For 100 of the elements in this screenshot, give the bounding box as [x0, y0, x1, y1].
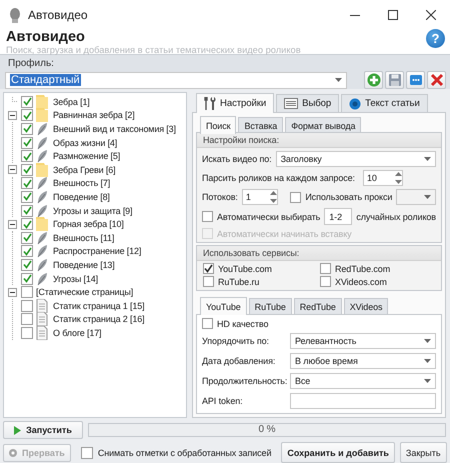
checkbox[interactable] — [21, 313, 33, 326]
field-label: Искать видео по: — [202, 154, 272, 164]
checkbox[interactable] — [21, 136, 33, 149]
option-select[interactable]: В любое время — [290, 353, 436, 369]
checkbox-label: HD качество — [217, 318, 268, 328]
tree-item-label[interactable]: Образ жизни [4] — [53, 138, 118, 148]
profile-select[interactable]: Стандартный — [5, 72, 347, 88]
checkbox[interactable] — [21, 109, 33, 122]
checkbox[interactable] — [320, 276, 331, 287]
tab[interactable]: RedTube — [294, 298, 342, 314]
field-label: Упорядочить по: — [202, 336, 270, 346]
delete-icon — [430, 73, 444, 87]
checkbox[interactable] — [21, 218, 33, 230]
feather-icon — [36, 230, 50, 245]
dropdown-arrow-icon[interactable] — [424, 379, 430, 383]
dropdown-arrow-icon[interactable] — [424, 339, 430, 343]
tree-item-label[interactable]: [Статические страницы] — [36, 287, 134, 298]
tree-item-label[interactable]: Внешность [7] — [53, 178, 110, 188]
start-button[interactable]: Запустить — [3, 421, 83, 439]
tree-item-label[interactable]: Распространение [12] — [53, 246, 142, 256]
checkbox[interactable] — [21, 204, 33, 217]
tree-item-label[interactable]: Равнинная зебра [2] — [53, 110, 135, 120]
tree-item-label[interactable]: Статик страница 2 [16] — [53, 314, 144, 324]
tree-item-label[interactable]: О блоге [17] — [53, 328, 102, 338]
search-by-select[interactable]: Заголовку — [276, 151, 436, 167]
feather-icon — [36, 122, 50, 136]
checkbox[interactable] — [21, 232, 33, 244]
folder-icon — [36, 94, 50, 109]
tree-item-label[interactable]: Поведение [8] — [53, 192, 110, 202]
close-icon[interactable] — [426, 10, 436, 20]
app-icon — [8, 7, 22, 23]
checkbox[interactable] — [21, 300, 33, 312]
dropdown-arrow-icon[interactable] — [424, 157, 430, 161]
feather-icon — [36, 176, 50, 190]
tab[interactable]: Текст статьи — [341, 94, 428, 112]
tree-item-label[interactable]: Поведение [13] — [53, 260, 115, 270]
delete-button[interactable] — [427, 71, 446, 89]
add-button[interactable] — [364, 71, 383, 89]
tree-item-label[interactable]: Статик страница 1 [15] — [53, 300, 144, 311]
results-per-query-spinner[interactable]: 10 — [362, 170, 403, 186]
tab[interactable]: Вставка — [238, 117, 284, 133]
collapse-icon[interactable] — [8, 288, 16, 297]
checkbox[interactable] — [21, 258, 33, 271]
app-title: Автовидео — [6, 30, 86, 44]
checkbox[interactable] — [21, 245, 33, 258]
checkbox[interactable] — [21, 272, 33, 285]
checkbox[interactable] — [21, 177, 33, 190]
collapse-icon[interactable] — [8, 165, 16, 174]
tree-item-label[interactable]: Размножение [5] — [53, 151, 120, 162]
checkbox[interactable] — [203, 276, 214, 287]
checkbox[interactable] — [21, 190, 33, 203]
dropdown-arrow-icon[interactable] — [334, 78, 342, 82]
maximize-icon[interactable] — [388, 10, 398, 20]
collapse-icon[interactable] — [8, 110, 16, 120]
feather-icon — [36, 149, 50, 164]
threads-spinner[interactable]: 1 — [242, 189, 278, 205]
checkbox[interactable] — [202, 318, 213, 329]
checkbox[interactable] — [290, 192, 302, 202]
checkbox[interactable] — [21, 286, 33, 298]
tree-item-label[interactable]: Горная зебра [10] — [53, 219, 124, 230]
checkbox[interactable] — [21, 150, 33, 162]
tree-item-label[interactable]: Угрозы и защита [9] — [53, 206, 132, 216]
tree-item-label[interactable]: Зебра Греви [6] — [53, 164, 116, 175]
tree-item-label[interactable]: Зебра [1] — [53, 96, 90, 107]
tab[interactable]: YouTube — [200, 297, 247, 315]
checkbox[interactable] — [21, 122, 33, 135]
option-select[interactable]: Релевантность — [290, 333, 436, 349]
tree-item-label[interactable]: Угрозы [14] — [53, 274, 98, 284]
checkbox[interactable] — [202, 211, 213, 222]
save-and-add-button[interactable]: Сохранить и добавить — [281, 442, 395, 463]
dropdown-arrow-icon[interactable] — [424, 359, 430, 363]
save-button[interactable] — [385, 71, 404, 89]
proxy-select[interactable] — [396, 189, 436, 205]
tab[interactable]: Настройки — [196, 93, 274, 113]
spinner-arrows-icon[interactable] — [394, 172, 402, 184]
checkbox[interactable] — [320, 263, 331, 274]
option-select[interactable]: Все — [290, 373, 436, 389]
tree-item-label[interactable]: Внешность [11] — [53, 232, 114, 243]
checkbox-label: XVideos.com — [335, 276, 387, 286]
collapse-icon[interactable] — [8, 220, 16, 229]
checkbox[interactable] — [203, 263, 214, 274]
checkbox[interactable] — [21, 96, 33, 108]
tab[interactable]: Выбор — [276, 94, 340, 112]
feather-icon — [36, 258, 50, 272]
tab[interactable]: RuTube — [248, 298, 292, 314]
checkbox[interactable] — [80, 446, 93, 458]
tab[interactable]: Формат вывода — [285, 117, 362, 133]
tab[interactable]: Поиск — [200, 116, 236, 134]
tab[interactable]: XVideos — [344, 298, 388, 314]
tree-item-label[interactable]: Внешний вид и таксономия [3] — [53, 124, 176, 134]
dropdown-arrow-icon[interactable] — [424, 195, 430, 199]
checkbox[interactable] — [21, 164, 33, 176]
more-icon — [408, 73, 422, 87]
close-button[interactable]: Закрыть — [400, 442, 447, 463]
spinner-arrows-icon[interactable] — [270, 191, 277, 203]
more-button[interactable] — [406, 71, 425, 89]
input-field[interactable] — [290, 393, 436, 409]
checkbox[interactable] — [21, 326, 33, 339]
count-range-input[interactable]: 1-2 — [324, 208, 352, 225]
list-icon — [284, 98, 298, 109]
